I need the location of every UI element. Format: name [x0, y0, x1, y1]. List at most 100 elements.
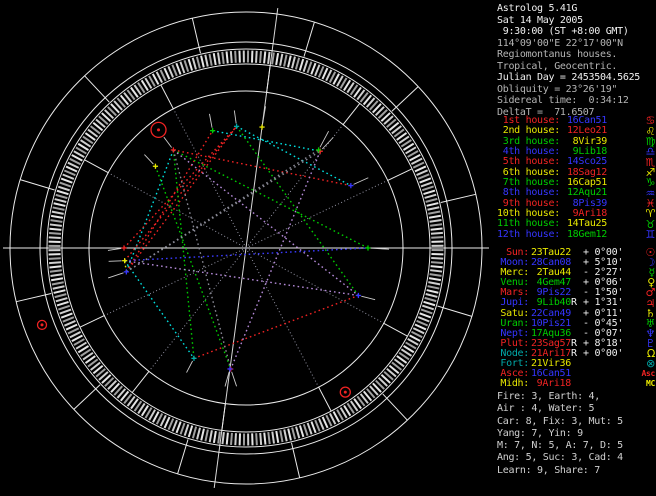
aspect-line: [173, 149, 369, 249]
degree-tick: [183, 424, 190, 437]
degree-tick: [429, 219, 442, 223]
degree-tick: [423, 300, 436, 307]
degree-tick: [283, 54, 288, 67]
degree-tick: [59, 181, 72, 188]
planet-icon: Asc: [641, 369, 655, 379]
planet-row: Midh: 9Ari18 MC: [497, 379, 655, 389]
degree-tick: [225, 432, 229, 445]
degree-tick: [53, 289, 66, 294]
house-cusp-spoke: [245, 179, 388, 249]
degree-tick: [64, 320, 76, 327]
degree-tick: [430, 265, 443, 269]
aspect-line: [172, 149, 195, 359]
degree-tick: [58, 304, 71, 311]
degree-tick: [183, 60, 190, 73]
degree-tick: [423, 189, 436, 196]
glyph-pointer-line: [186, 360, 193, 373]
julian-day: Julian Day = 2453504.5625: [497, 72, 641, 83]
degree-tick: [59, 308, 72, 315]
degree-tick: [422, 304, 435, 311]
degree-tick: [287, 55, 292, 68]
degree-tick: [49, 227, 62, 231]
glyph-pointer-line: [233, 110, 237, 124]
planet-position-list: Sun: 23Tau22 + 0°00' ☉ Moon: 28Can08 + 5°10'…: [497, 247, 655, 389]
degree-tick: [191, 57, 197, 70]
degree-tick: [55, 193, 68, 200]
planet-label: Midh:: [500, 378, 529, 390]
wheel-line: [318, 386, 332, 412]
astrolog-window: Astrolog 5.41G Sat 14 May 2005 9:30:00 (…: [0, 0, 656, 496]
aspect-line: [125, 130, 214, 273]
house-cusp-spoke: [148, 247, 247, 372]
degree-tick: [427, 206, 440, 211]
degree-tick: [51, 210, 64, 215]
degree-tick: [306, 61, 313, 74]
degree-tick: [56, 189, 69, 196]
degree-tick: [55, 297, 68, 303]
degree-tick: [417, 316, 430, 323]
planet-icon: MC: [645, 379, 655, 389]
degree-tick: [426, 202, 439, 207]
degree-tick: [49, 269, 62, 273]
glyph-pointer-line: [353, 177, 369, 185]
aspect-line: [172, 149, 232, 370]
degree-tick: [48, 257, 61, 260]
degree-tick: [298, 58, 305, 71]
degree-tick: [431, 257, 444, 260]
glyph-pointer-line: [163, 136, 172, 148]
retrograde-flag: [571, 379, 578, 389]
stat-yang-yin: Yang: 7, Yin: 9: [497, 427, 583, 439]
degree-tick: [420, 308, 433, 315]
degree-tick: [430, 231, 443, 235]
planet-icon: ⊗: [646, 357, 655, 371]
degree-tick: [314, 419, 321, 432]
aspect-line: [124, 247, 369, 262]
planet-position-value: 9Ari18: [530, 378, 572, 390]
degree-tick: [428, 214, 442, 219]
wheel-line: [84, 75, 110, 103]
degree-tick: [57, 185, 70, 192]
degree-tick: [429, 273, 442, 277]
house-cusp-spoke: [104, 247, 247, 317]
degree-tick: [208, 430, 213, 443]
stat-ang-suc-cad: Ang: 5, Suc: 3, Cad: 4: [497, 452, 623, 464]
glyph-pointer-line: [108, 260, 122, 262]
degree-tick: [49, 261, 62, 265]
degree-tick: [310, 421, 317, 434]
degree-tick: [295, 426, 301, 439]
degree-tick: [430, 223, 443, 227]
degree-tick: [49, 223, 62, 227]
degree-tick: [195, 56, 201, 69]
degree-tick: [279, 430, 284, 443]
glyph-pointer-line: [231, 371, 238, 387]
degree-tick: [212, 52, 217, 66]
degree-tick: [426, 289, 439, 294]
degree-tick: [287, 428, 292, 441]
degree-tick: [221, 51, 225, 64]
degree-tick: [191, 426, 198, 439]
degree-tick: [275, 52, 280, 66]
degree-tick: [234, 433, 237, 446]
degree-tick: [171, 64, 178, 77]
degree-tick: [431, 236, 444, 239]
degree-tick: [230, 432, 233, 446]
degree-tick: [208, 53, 213, 66]
zodiac-setting: Tropical, Geocentric.: [497, 60, 618, 72]
degree-tick: [259, 432, 263, 445]
aspect-line: [236, 125, 359, 296]
chart-date: Sat 14 May 2005: [497, 14, 583, 26]
degree-tick: [167, 418, 175, 431]
degree-tick: [314, 64, 321, 77]
degree-tick: [263, 51, 267, 64]
degree-tick: [200, 55, 205, 68]
degree-tick: [234, 50, 237, 63]
degree-tick: [62, 173, 75, 180]
degree-tick: [60, 177, 73, 184]
degree-tick: [416, 319, 429, 327]
degree-tick: [52, 206, 65, 211]
wheel-line: [73, 384, 101, 410]
degree-tick: [298, 425, 305, 438]
degree-tick: [255, 433, 258, 446]
degree-tick: [275, 430, 280, 444]
wheel-line: [391, 86, 419, 112]
